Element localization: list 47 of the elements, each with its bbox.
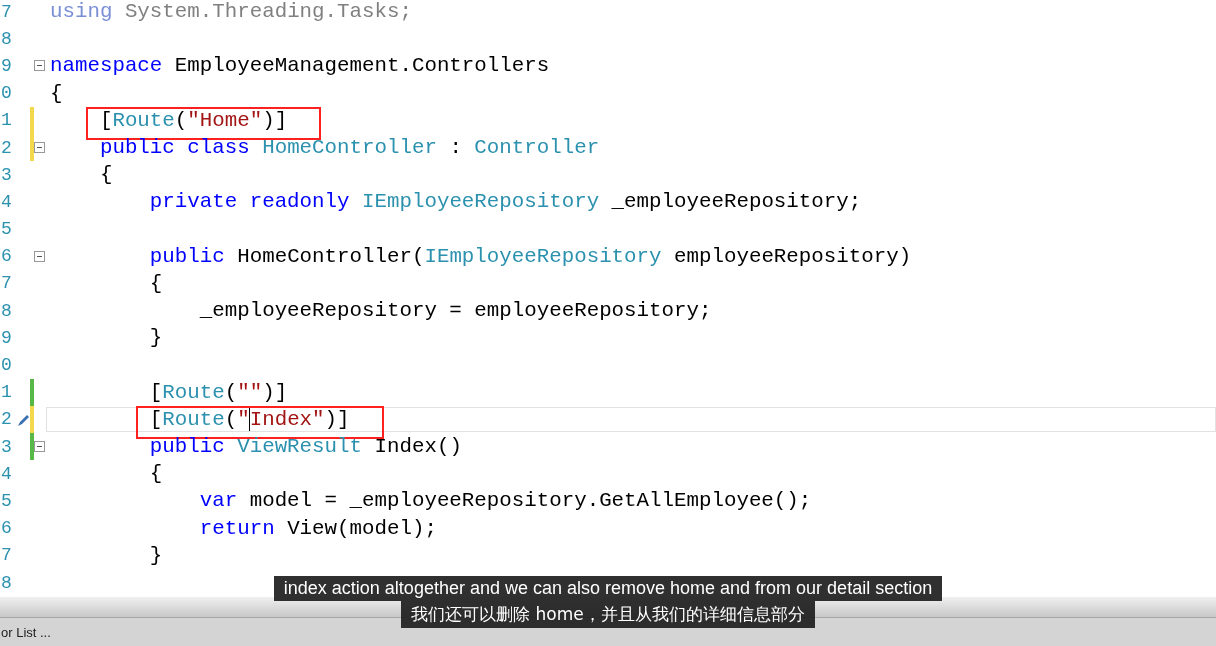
line-number: 7 xyxy=(0,273,13,294)
line-number: 3 xyxy=(0,436,13,457)
line-number: 9 xyxy=(0,55,13,76)
code-line: } xyxy=(148,326,163,350)
status-text[interactable]: or List ... xyxy=(0,624,51,640)
line-number: 1 xyxy=(0,382,13,403)
line-number: 7 xyxy=(0,1,13,22)
line-number: 3 xyxy=(0,164,13,185)
code-line: { xyxy=(50,81,63,105)
line-number: 8 xyxy=(0,572,13,593)
code-line: { xyxy=(148,462,163,486)
line-number: 1 xyxy=(0,110,13,131)
collapse-icon[interactable] xyxy=(34,60,45,72)
collapse-icon[interactable] xyxy=(34,250,45,262)
line-number: 4 xyxy=(0,191,13,212)
code-line: _employeeRepository = employeeRepository; xyxy=(198,299,712,323)
line-number: 5 xyxy=(0,490,13,511)
line-number: 8 xyxy=(0,300,13,321)
code-line: [Route("")] xyxy=(148,380,288,404)
line-number: 4 xyxy=(0,463,13,484)
line-number: 5 xyxy=(0,219,13,240)
collapse-icon[interactable] xyxy=(34,142,45,154)
code-line: } xyxy=(148,543,163,567)
collapse-icon[interactable] xyxy=(34,441,45,453)
code-line: public HomeController(IEmployeeRepository employeeRepository) xyxy=(148,244,912,268)
subtitle-overlay: 我们还可以删除 home，并且从我们的详细信息部分 xyxy=(401,601,815,628)
code-line: { xyxy=(98,163,113,187)
code-line: namespace EmployeeManagement.Controllers xyxy=(50,54,550,78)
code-line: public class HomeController : Controller xyxy=(98,136,600,160)
line-number: 0 xyxy=(0,355,13,376)
code-line: [Route("Home")] xyxy=(98,108,288,132)
line-number: 6 xyxy=(0,518,13,539)
subtitle-overlay: index action altogether and we can also remove home and from our detail section xyxy=(273,576,943,601)
code-line: public ViewResult Index() xyxy=(148,435,462,459)
line-number: 0 xyxy=(0,83,13,104)
code-line: return View(model); xyxy=(198,516,437,540)
code-line: private readonly IEmployeeRepository _employeeRepository; xyxy=(148,190,862,214)
code-line: [Route("Index")] xyxy=(148,407,350,431)
code-line: using System.Threading.Tasks; xyxy=(50,0,412,24)
line-number: 8 xyxy=(0,28,13,49)
line-number: 2 xyxy=(0,137,13,158)
line-number: 9 xyxy=(0,327,13,348)
code-line: { xyxy=(148,271,163,295)
line-number: 2 xyxy=(0,409,13,430)
code-line: var model = _employeeRepository.GetAllEmployee(); xyxy=(198,489,812,513)
line-number: 7 xyxy=(0,545,13,566)
line-number: 6 xyxy=(0,246,13,267)
